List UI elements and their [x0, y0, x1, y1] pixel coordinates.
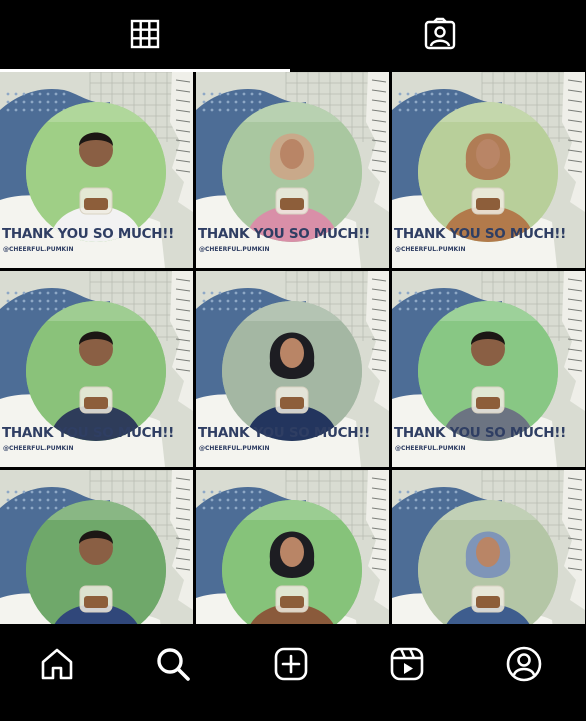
post-tile[interactable]: THANK YOU SO MUCH!! @CHEERFUL.PUMKIN	[392, 72, 585, 268]
profile-tab-bar	[0, 0, 586, 72]
nav-reels-button[interactable]	[377, 644, 437, 688]
post-handle: @CHEERFUL.PUMKIN	[199, 445, 270, 452]
post-handle: @CHEERFUL.PUMKIN	[395, 246, 466, 253]
nav-home-button[interactable]	[27, 644, 87, 688]
post-handle: @CHEERFUL.PUMKIN	[395, 445, 466, 452]
post-caption: THANK YOU SO MUCH!!	[2, 226, 174, 242]
tab-grid-posts[interactable]	[0, 0, 290, 72]
post-photo	[418, 500, 558, 640]
post-tile[interactable]: THANK YOU SO MUCH!! @CHEERFUL.PUMKIN	[196, 72, 389, 268]
nav-profile-button[interactable]	[494, 644, 554, 688]
post-caption: THANK YOU SO MUCH!!	[198, 226, 370, 242]
post-tile[interactable]: THANK YOU SO MUCH!! @CHEERFUL.PUMKIN	[0, 72, 193, 268]
post-handle: @CHEERFUL.PUMKIN	[3, 246, 74, 253]
post-tile[interactable]: THANK YOU SO MUCH!! @CHEERFUL.PUMKIN	[0, 271, 193, 467]
nav-search-button[interactable]	[143, 644, 203, 688]
post-handle: @CHEERFUL.PUMKIN	[199, 246, 270, 253]
post-caption: THANK YOU SO MUCH!!	[394, 425, 566, 441]
post-caption: THANK YOU SO MUCH!!	[2, 425, 174, 441]
post-photo	[222, 500, 362, 640]
home-icon	[39, 646, 75, 686]
post-photo	[26, 102, 166, 242]
profile-icon	[505, 645, 543, 687]
post-caption: THANK YOU SO MUCH!!	[198, 425, 370, 441]
post-grid: THANK YOU SO MUCH!! @CHEERFUL.PUMKIN THA…	[0, 72, 586, 666]
add-post-icon	[273, 646, 309, 686]
post-tile[interactable]: THANK YOU SO MUCH!! @CHEERFUL.PUMKIN	[392, 271, 585, 467]
post-photo	[222, 301, 362, 441]
post-photo	[418, 102, 558, 242]
post-photo	[26, 500, 166, 640]
post-caption: THANK YOU SO MUCH!!	[394, 226, 566, 242]
tagged-person-icon	[423, 17, 457, 55]
post-photo	[418, 301, 558, 441]
nav-create-button[interactable]	[261, 644, 321, 688]
search-icon	[155, 646, 191, 686]
bottom-nav	[0, 624, 586, 721]
tab-tagged-posts[interactable]	[294, 0, 586, 72]
post-handle: @CHEERFUL.PUMKIN	[3, 445, 74, 452]
post-photo	[26, 301, 166, 441]
post-photo	[222, 102, 362, 242]
grid-icon	[130, 19, 160, 53]
post-tile[interactable]: THANK YOU SO MUCH!! @CHEERFUL.PUMKIN	[196, 271, 389, 467]
reels-icon	[389, 646, 425, 686]
